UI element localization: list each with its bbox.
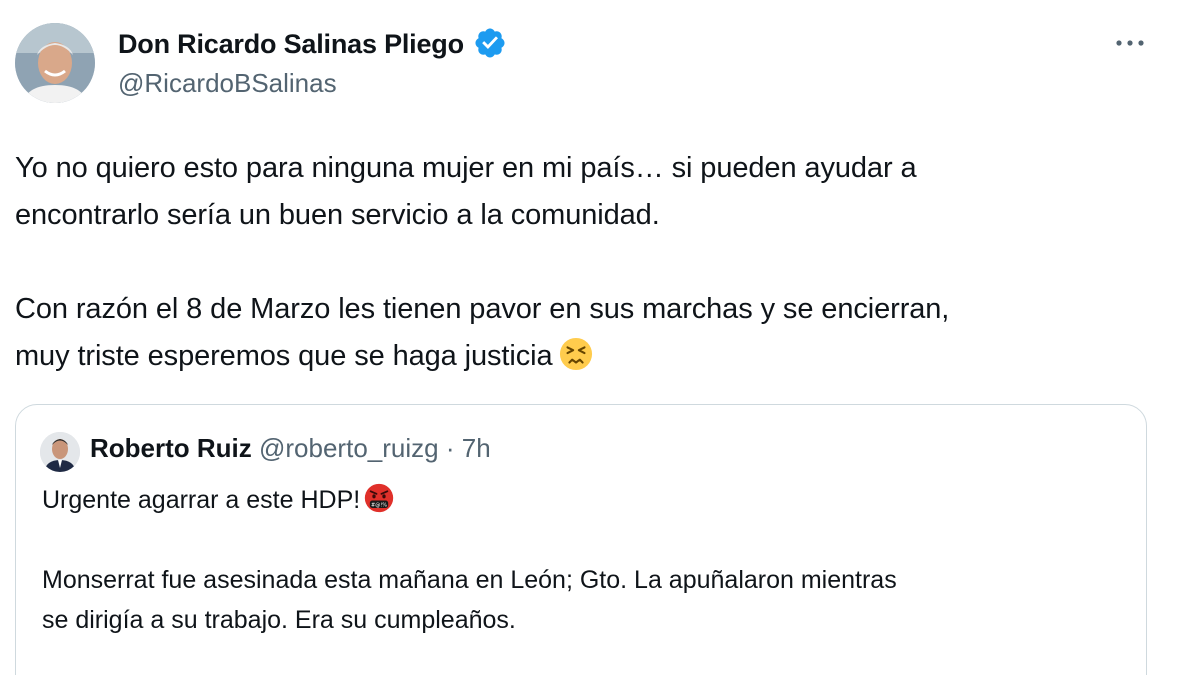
quoted-tweet-text: Urgente agarrar a este HDP! #@!% Monserr… xyxy=(42,480,1122,640)
tweet-text-line-with-emoji: muy triste esperemos que se haga justici… xyxy=(15,333,1165,380)
persevering-face-icon xyxy=(559,337,592,371)
quoted-tweet-card[interactable]: Roberto Ruiz @roberto_ruizg · 7h Urgente… xyxy=(15,404,1147,675)
tweet-text-line: muy triste esperemos que se haga justici… xyxy=(15,340,553,372)
avatar-photo-icon xyxy=(40,432,80,472)
svg-text:#@!%: #@!% xyxy=(371,502,387,508)
quoted-text-line-with-emoji: Urgente agarrar a este HDP! #@!% xyxy=(42,480,1122,520)
author-name-row[interactable]: Don Ricardo Salinas Pliego xyxy=(118,26,507,60)
tweet-text-line: Yo no quiero esto para ninguna mujer en … xyxy=(15,152,917,184)
face-with-symbols-on-mouth-icon: #@!% xyxy=(365,483,394,513)
tweet-text-line: encontrarlo sería un buen servicio a la … xyxy=(15,199,660,231)
tweet-text: Yo no quiero esto para ninguna mujer en … xyxy=(15,145,1165,380)
author-avatar[interactable] xyxy=(15,23,95,103)
separator-dot: · xyxy=(445,433,455,463)
avatar-photo-icon xyxy=(15,23,95,103)
more-options-button[interactable] xyxy=(1110,26,1150,60)
quoted-author-name[interactable]: Roberto Ruiz xyxy=(90,433,252,463)
author-handle[interactable]: @RicardoBSalinas xyxy=(118,68,337,99)
quoted-author-row: Roberto Ruiz @roberto_ruizg · 7h xyxy=(90,433,491,464)
more-dots-icon xyxy=(1116,40,1144,46)
verified-badge-icon xyxy=(475,28,505,58)
quoted-text-line: Monserrat fue asesinada esta mañana en L… xyxy=(42,566,897,594)
quoted-author-avatar[interactable] xyxy=(40,432,80,472)
quoted-timestamp[interactable]: 7h xyxy=(462,433,491,463)
quoted-author-handle[interactable]: @roberto_ruizg xyxy=(259,433,439,463)
quoted-text-line: se dirigía a su trabajo. Era su cumpleañ… xyxy=(42,606,516,634)
tweet-text-line: Con razón el 8 de Marzo les tienen pavor… xyxy=(15,293,950,325)
quoted-text-line: Urgente agarrar a este HDP! xyxy=(42,486,361,514)
author-name[interactable]: Don Ricardo Salinas Pliego xyxy=(118,29,464,59)
